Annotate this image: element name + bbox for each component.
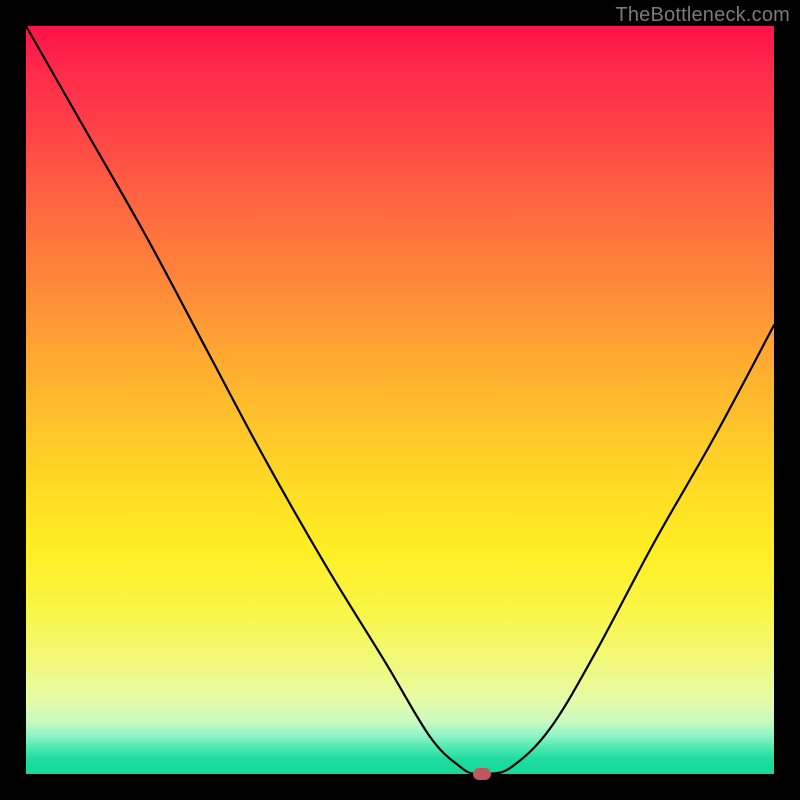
chart-frame: TheBottleneck.com <box>0 0 800 800</box>
plot-area <box>26 26 774 774</box>
curve-svg <box>26 26 774 774</box>
bottleneck-curve <box>26 26 774 774</box>
watermark-text: TheBottleneck.com <box>615 4 790 27</box>
optimum-marker <box>473 768 491 780</box>
